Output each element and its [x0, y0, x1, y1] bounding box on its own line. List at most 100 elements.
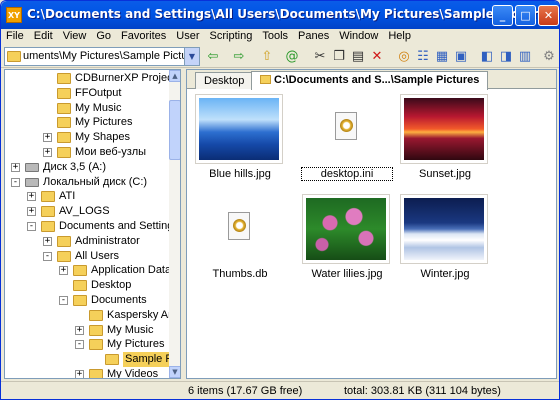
scroll-up-icon[interactable]: ▲	[169, 70, 180, 82]
menu-help[interactable]: Help	[383, 29, 416, 43]
file-list-pane[interactable]: Desktop C:\Documents and S...\Sample Pic…	[186, 69, 557, 379]
delete-icon[interactable]: ✕	[369, 49, 385, 65]
tree-item-label: ATI	[59, 190, 76, 203]
tree-item[interactable]: FFOutput	[5, 86, 169, 101]
address-bar[interactable]: uments\My Pictures\Sample Pictures\ ▼	[4, 47, 200, 66]
file-name: Blue hills.jpg	[209, 168, 271, 180]
up-folder-icon[interactable]: ⇧	[259, 49, 275, 65]
menu-view[interactable]: View	[58, 29, 92, 43]
menu-scripting[interactable]: Scripting	[205, 29, 258, 43]
tree-item[interactable]: + My Music	[5, 323, 169, 338]
folder-icon	[57, 147, 71, 158]
file-thumbnail[interactable]: Winter.jpg	[400, 194, 490, 284]
folder-icon	[57, 102, 71, 114]
file-thumbnail[interactable]: Water lilies.jpg	[302, 194, 392, 284]
file-thumbnail[interactable]: Thumbs.db	[195, 194, 285, 284]
scroll-down-icon[interactable]: ▼	[169, 366, 180, 378]
tree-item[interactable]: Sample Pic	[5, 352, 180, 368]
menu-edit[interactable]: Edit	[29, 29, 58, 43]
minimize-button[interactable]: _	[492, 5, 513, 26]
refresh-icon[interactable]: @	[284, 49, 300, 65]
find-icon[interactable]: ◎	[396, 49, 412, 65]
menu-tools[interactable]: Tools	[257, 29, 293, 43]
toolbar: uments\My Pictures\Sample Pictures\ ▼ ⇦ …	[1, 46, 559, 68]
window-title: C:\Documents and Settings\All Users\Docu…	[27, 7, 560, 21]
tree-item[interactable]: Kaspersky Ant	[5, 308, 177, 323]
copy-icon[interactable]: ❐	[331, 49, 347, 65]
collapse-icon[interactable]: -	[11, 177, 20, 187]
tree-item[interactable]: + AV_LOGS	[5, 204, 169, 219]
pane-left-icon[interactable]: ◧	[479, 49, 495, 65]
tree-item[interactable]: + My Shapes	[5, 130, 169, 145]
tree-item-label: CDBurnerXP Projects	[75, 72, 181, 84]
pane-splitter[interactable]	[182, 69, 185, 379]
tree-scrollbar[interactable]: ▲ ▼	[169, 70, 180, 378]
image-preview	[404, 98, 484, 160]
drive-icon	[25, 162, 39, 172]
expand-icon[interactable]: +	[27, 192, 36, 202]
file-thumbnail[interactable]: desktop.ini	[301, 94, 393, 184]
tree-item[interactable]: - Локальный диск (C:)	[5, 175, 169, 190]
file-name: Winter.jpg	[420, 268, 470, 280]
menu-favorites[interactable]: Favorites	[116, 29, 171, 43]
tree-item[interactable]: Desktop	[5, 278, 169, 293]
details-view-icon[interactable]: ▣	[453, 49, 469, 65]
expand-icon[interactable]: +	[11, 162, 20, 172]
tree-item[interactable]: - Documents	[5, 293, 169, 308]
address-input[interactable]: uments\My Pictures\Sample Pictures\	[23, 50, 199, 62]
menu-user[interactable]: User	[171, 29, 204, 43]
tree-item[interactable]: + Диск 3,5 (A:)	[5, 160, 169, 175]
tree-item[interactable]: - Documents and Settings	[5, 219, 179, 234]
status-item-count: 6 items (17.67 GB free)	[188, 385, 303, 397]
chevron-down-icon[interactable]: ▼	[184, 48, 199, 65]
expand-icon[interactable]: +	[75, 325, 84, 335]
list-view-icon[interactable]: ☷	[415, 49, 431, 65]
tree-item[interactable]: + My Videos	[5, 367, 169, 378]
collapse-icon[interactable]: -	[59, 296, 68, 305]
tab-sample-pictures[interactable]: C:\Documents and S...\Sample Pictures	[251, 71, 489, 90]
maximize-button[interactable]: □	[515, 5, 536, 26]
expand-icon[interactable]: +	[59, 266, 68, 276]
title-bar[interactable]: XY C:\Documents and Settings\All Users\D…	[1, 1, 560, 29]
cut-icon[interactable]: ✂	[312, 49, 328, 65]
collapse-icon[interactable]: -	[43, 251, 52, 261]
image-preview	[199, 98, 279, 160]
tree-item[interactable]: My Music	[5, 101, 169, 116]
tree-item[interactable]: + Мои веб-узлы	[5, 145, 169, 160]
menu-window[interactable]: Window	[334, 29, 383, 43]
tree-item[interactable]: + Application Data	[5, 263, 171, 278]
forward-arrow-icon[interactable]: ⇨	[231, 49, 247, 65]
folder-tree-pane[interactable]: CDBurnerXP Projects FFOutput My Music My Pi…	[4, 69, 181, 379]
settings-file-icon	[228, 212, 250, 240]
collapse-icon[interactable]: -	[27, 222, 36, 231]
menu-panes[interactable]: Panes	[293, 29, 334, 43]
expand-icon[interactable]: +	[43, 133, 52, 143]
expand-icon[interactable]: +	[27, 207, 36, 217]
tree-item[interactable]: CDBurnerXP Projects	[5, 71, 180, 86]
settings-icon[interactable]: ⚙	[541, 49, 557, 65]
tree-item-label: All Users	[75, 249, 120, 262]
tree-item[interactable]: - All Users	[5, 249, 169, 264]
menu-go[interactable]: Go	[91, 29, 116, 43]
expand-icon[interactable]: +	[43, 148, 52, 157]
scroll-thumb[interactable]	[169, 100, 180, 160]
file-thumbnail[interactable]: Blue hills.jpg	[195, 94, 285, 184]
paste-icon[interactable]: ▤	[350, 49, 366, 65]
thumbnail-view-icon[interactable]: ▦	[434, 49, 450, 65]
tree-item[interactable]: My Pictures	[5, 115, 169, 130]
pane-right-icon[interactable]: ◨	[498, 49, 514, 65]
file-thumbnail[interactable]: Sunset.jpg	[400, 94, 490, 184]
tab-desktop[interactable]: Desktop	[195, 72, 254, 89]
close-button[interactable]: ✕	[538, 5, 559, 26]
tree-item[interactable]: + ATI	[5, 189, 169, 204]
folder-icon	[57, 235, 71, 247]
folder-icon	[57, 87, 71, 99]
expand-icon[interactable]: +	[75, 370, 84, 378]
folder-icon	[7, 51, 21, 62]
back-arrow-icon[interactable]: ⇦	[205, 49, 221, 65]
collapse-icon[interactable]: -	[75, 340, 84, 350]
expand-icon[interactable]: +	[43, 236, 52, 246]
tree-item[interactable]: - My Pictures	[5, 337, 169, 352]
tree-item[interactable]: + Administrator	[5, 234, 169, 249]
menu-file[interactable]: File	[1, 29, 29, 43]
